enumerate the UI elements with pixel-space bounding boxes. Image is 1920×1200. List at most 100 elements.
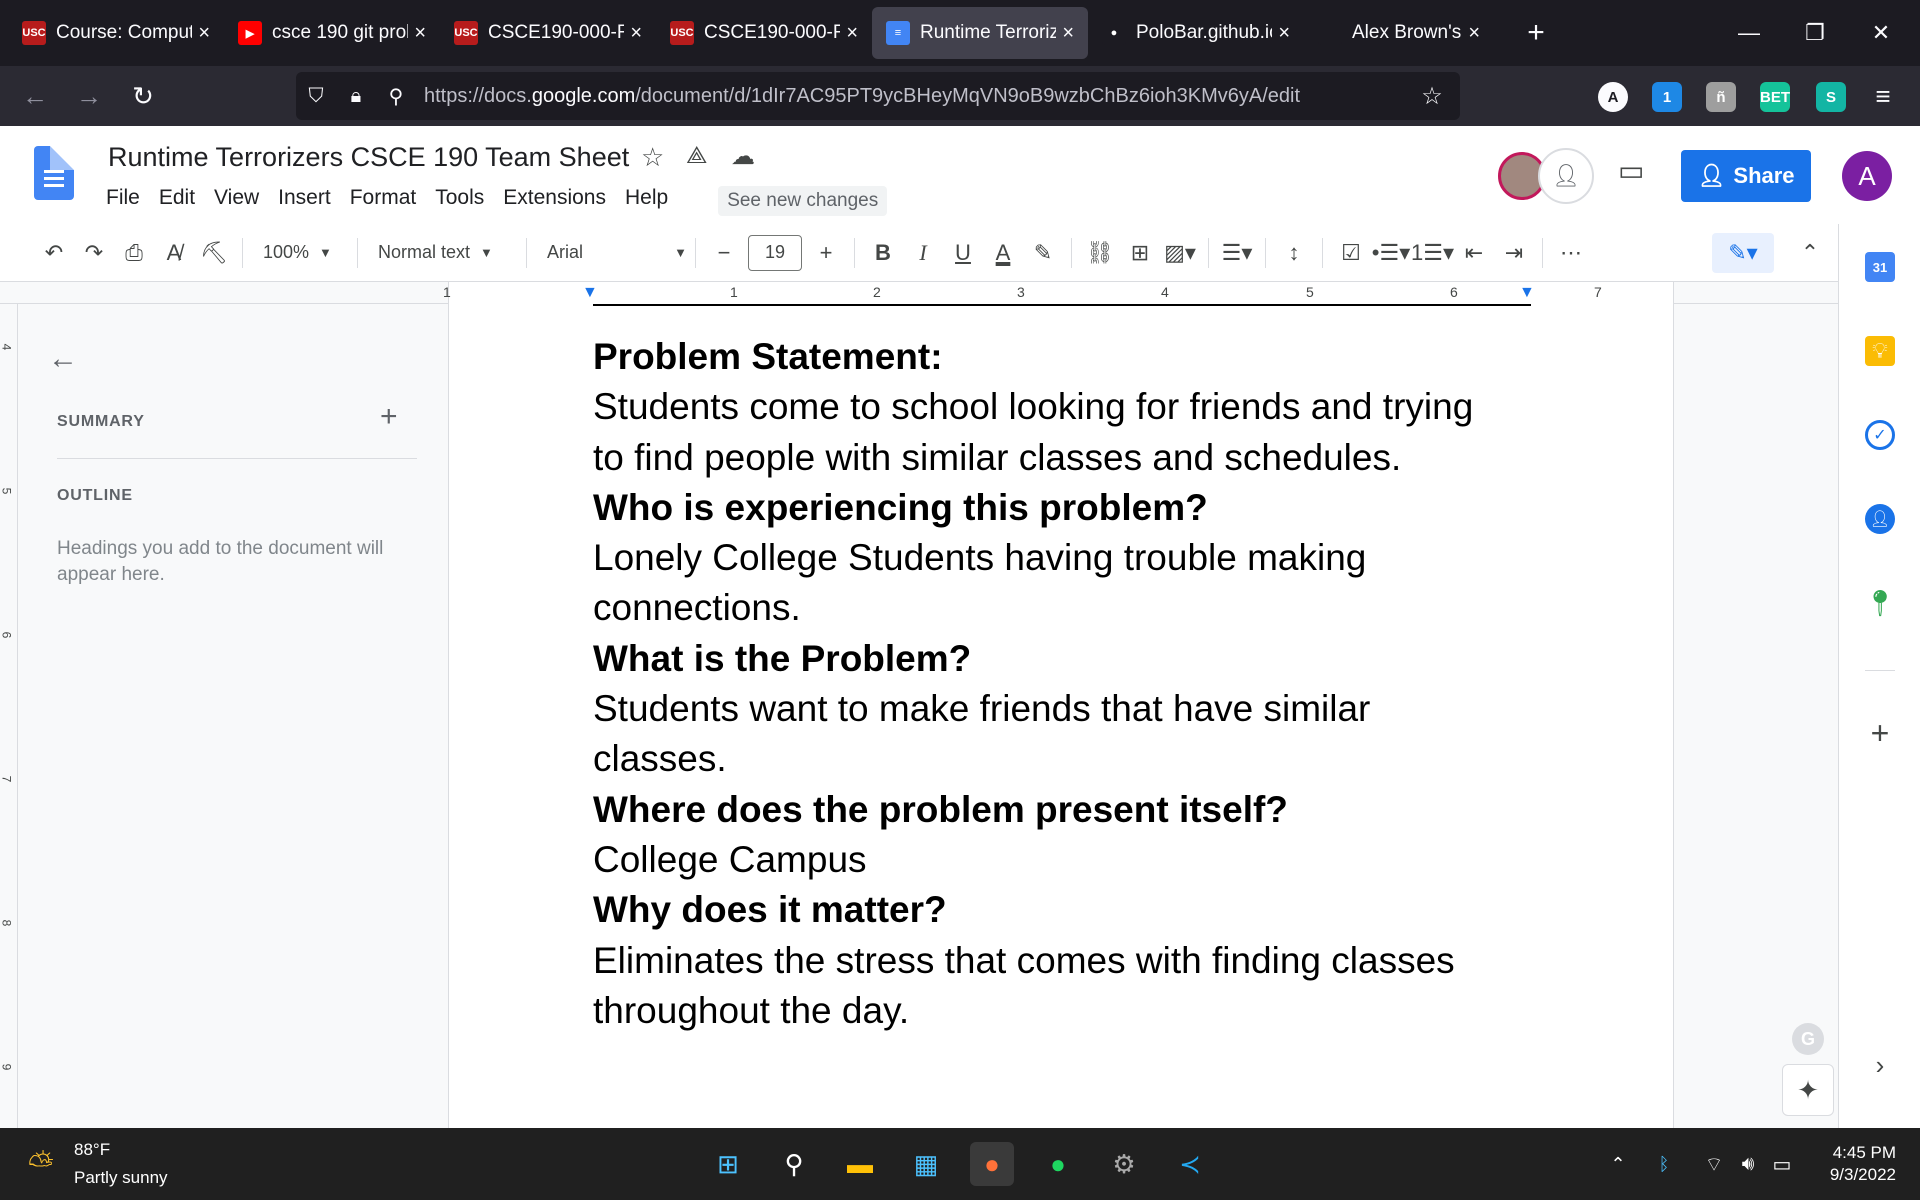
decrease-font-size-button[interactable]: − (704, 233, 744, 273)
close-tab-icon[interactable]: × (1278, 22, 1290, 45)
body-text[interactable]: Lonely College Students having trouble m… (593, 533, 1533, 583)
body-text[interactable]: throughout the day. (593, 986, 1533, 1036)
section-heading[interactable]: Who is experiencing this problem? (593, 483, 1533, 533)
section-heading[interactable]: Problem Statement: (593, 332, 1533, 382)
bulleted-list-icon[interactable]: •☰▾ (1371, 233, 1411, 273)
more-options-icon[interactable]: ⋯ (1551, 233, 1591, 273)
address-bar[interactable]: ⛉ 🔒︎ ⚲ https://docs.google.com/document/… (296, 72, 1460, 120)
section-heading[interactable]: Where does the problem present itself? (593, 785, 1533, 835)
app-menu-icon[interactable]: ≡ (1856, 69, 1910, 123)
document-title[interactable]: Runtime Terrorizers CSCE 190 Team Sheet (108, 142, 629, 173)
print-icon[interactable]: ⎙ (114, 233, 154, 273)
explore-button[interactable]: ✦ (1782, 1064, 1834, 1116)
file-explorer-icon[interactable]: ▬ (838, 1142, 882, 1186)
weather-desc[interactable]: Partly sunny (74, 1168, 168, 1188)
menu-item-help[interactable]: Help (625, 186, 668, 216)
settings-gear-icon[interactable]: ⚙ (1102, 1142, 1146, 1186)
browser-tab[interactable]: Alex Brown's 190 Site × (1304, 7, 1494, 59)
bluetooth-icon[interactable]: ᛒ (1642, 1142, 1686, 1186)
section-heading[interactable]: Why does it matter? (593, 885, 1533, 935)
battery-icon[interactable]: ▭ (1760, 1142, 1804, 1186)
extension-icon[interactable]: ñ (1706, 82, 1736, 112)
zoom-select[interactable]: 100% ▼ (263, 242, 349, 263)
browser-tab[interactable]: ▶ csce 190 git probl × (224, 7, 440, 59)
close-tab-icon[interactable]: × (1062, 22, 1074, 45)
close-tab-icon[interactable]: × (846, 22, 858, 45)
chevron-up-icon[interactable]: ⌃ (1790, 233, 1830, 273)
restore-button[interactable]: ❐ (1782, 0, 1848, 66)
vertical-ruler[interactable]: 4 5 6 7 8 9 (0, 304, 18, 1128)
url-text[interactable]: https://docs.google.com/document/d/1dIr7… (424, 85, 1300, 108)
browser-tab[interactable]: ≡ Runtime Terrorize × (872, 7, 1088, 59)
get-addons-icon[interactable]: + (1865, 715, 1895, 751)
insert-image-icon[interactable]: ▨▾ (1160, 233, 1200, 273)
browser-tab[interactable]: USC CSCE190-000-F20× (440, 7, 656, 59)
document-body[interactable]: Problem Statement: Students come to schoo… (593, 332, 1533, 1036)
comment-history-icon[interactable]: ▭ (1618, 154, 1644, 187)
section-heading[interactable]: What is the Problem? (593, 634, 1533, 684)
menu-item-tools[interactable]: Tools (435, 186, 484, 216)
extension-icon[interactable]: S (1816, 82, 1846, 112)
add-comment-icon[interactable]: ⊞ (1120, 233, 1160, 273)
highlight-icon[interactable]: ✎ (1023, 233, 1063, 273)
underline-icon[interactable]: U (943, 233, 983, 273)
cloud-status-icon[interactable]: ☁ (731, 142, 755, 171)
extension-icon[interactable]: A (1598, 82, 1628, 112)
left-indent-marker[interactable]: ▼ (582, 284, 598, 302)
new-tab-button[interactable]: + (1514, 13, 1558, 53)
close-tab-icon[interactable]: × (1468, 22, 1480, 45)
tasks-icon[interactable]: ✓ (1865, 420, 1895, 450)
forward-button[interactable]: → (62, 69, 116, 123)
undo-icon[interactable]: ↶ (34, 233, 74, 273)
close-tab-icon[interactable]: × (630, 22, 642, 45)
body-text[interactable]: College Campus (593, 835, 1533, 885)
firefox-icon[interactable]: ● (970, 1142, 1014, 1186)
body-text[interactable]: Eliminates the stress that comes with fi… (593, 936, 1533, 986)
lock-icon[interactable]: 🔒︎ (336, 85, 376, 108)
maps-icon[interactable]: 📍︎ (1864, 588, 1897, 618)
increase-font-size-button[interactable]: + (806, 233, 846, 273)
star-icon[interactable]: ☆ (641, 142, 664, 173)
browser-tab[interactable]: USC Course: Computin× (8, 7, 224, 59)
bold-icon[interactable]: B (863, 233, 903, 273)
account-avatar[interactable]: A (1842, 151, 1892, 201)
body-text[interactable]: Students come to school looking for frie… (593, 382, 1533, 432)
menu-item-edit[interactable]: Edit (159, 186, 195, 216)
font-size-input[interactable]: 19 (748, 234, 802, 271)
spellcheck-icon[interactable]: A̸ (154, 233, 194, 273)
chevron-up-icon[interactable]: ⌃ (1596, 1142, 1640, 1186)
body-text[interactable]: connections. (593, 583, 1533, 633)
font-select[interactable]: Arial ▼ (547, 242, 687, 263)
meet-icon[interactable]: 👤︎ (1538, 148, 1594, 204)
clock[interactable]: 4:45 PM 9/3/2022 (1830, 1142, 1896, 1186)
spotify-icon[interactable]: ● (1036, 1142, 1080, 1186)
weather-icon[interactable]: ⛅︎ (28, 1146, 54, 1184)
right-indent-marker[interactable]: ▼ (1519, 284, 1535, 302)
checklist-icon[interactable]: ☑ (1331, 233, 1371, 273)
vscode-icon[interactable]: ≺ (1168, 1142, 1212, 1186)
align-icon[interactable]: ☰▾ (1217, 233, 1257, 273)
body-text[interactable]: Students want to make friends that have … (593, 684, 1533, 734)
menu-item-insert[interactable]: Insert (278, 186, 331, 216)
back-arrow-icon[interactable]: ← (48, 342, 78, 376)
close-tab-icon[interactable]: × (414, 22, 426, 45)
paint-format-icon[interactable]: ⛏ (194, 233, 234, 273)
back-button[interactable]: ← (8, 69, 62, 123)
reload-button[interactable]: ↻ (116, 69, 170, 123)
menu-item-view[interactable]: View (214, 186, 259, 216)
see-new-changes-button[interactable]: See new changes (718, 186, 888, 216)
contacts-icon[interactable]: 👤︎ (1865, 504, 1895, 534)
browser-tab[interactable]: USC CSCE190-000-F20× (656, 7, 872, 59)
increase-indent-icon[interactable]: ⇥ (1494, 233, 1534, 273)
weather-temp[interactable]: 88°F (74, 1140, 110, 1160)
shield-icon[interactable]: ⛉ (296, 85, 336, 108)
menu-item-format[interactable]: Format (350, 186, 417, 216)
body-text[interactable]: classes. (593, 734, 1533, 784)
horizontal-ruler[interactable]: 1 ▼ 1 2 3 4 5 6 ▼ 7 (0, 282, 1838, 304)
italic-icon[interactable]: I (903, 233, 943, 273)
browser-tab[interactable]: ● PoloBar.github.io/× (1088, 7, 1304, 59)
search-icon[interactable]: ⚲ (772, 1142, 816, 1186)
bookmark-star-icon[interactable]: ☆ (1412, 82, 1452, 111)
keep-icon[interactable]: 💡︎ (1865, 336, 1895, 366)
close-tab-icon[interactable]: × (198, 22, 210, 45)
